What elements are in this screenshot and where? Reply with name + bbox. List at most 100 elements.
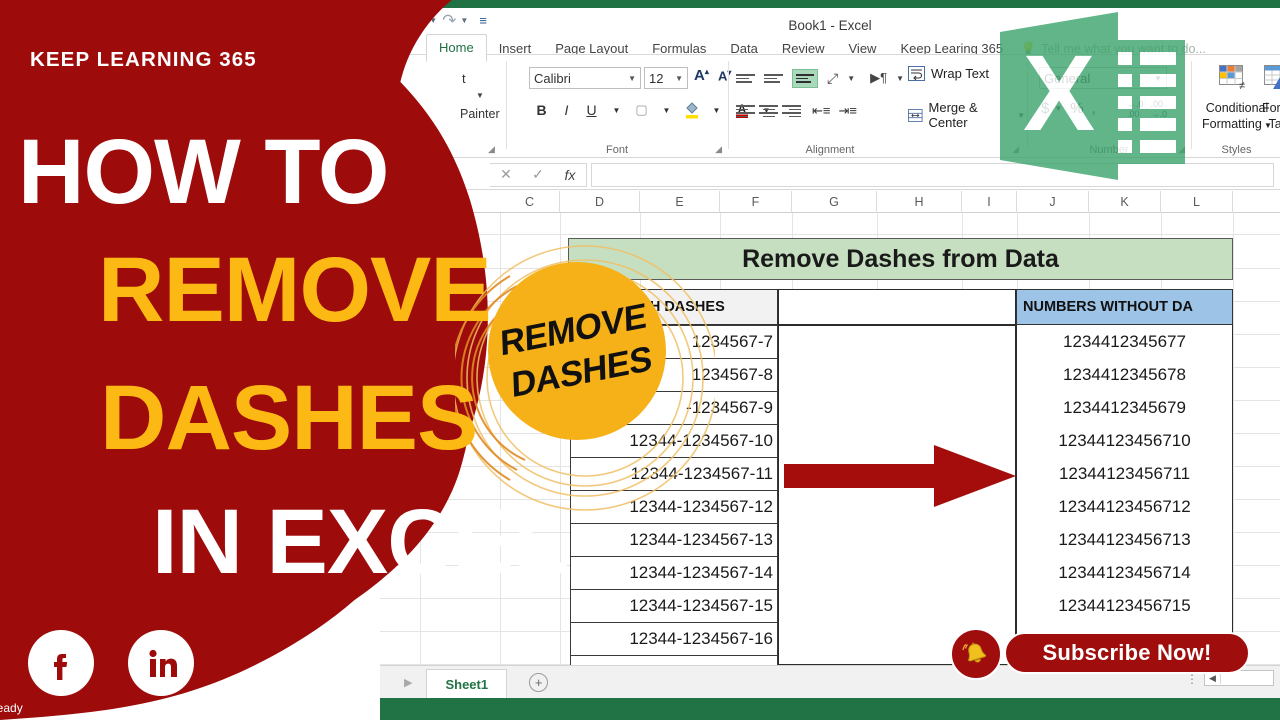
increase-indent-icon[interactable]: ⇥≡ — [838, 103, 856, 119]
tab-home[interactable]: Home — [426, 34, 487, 62]
group-divider — [728, 61, 729, 149]
undo-icon[interactable]: ↶ — [409, 12, 427, 29]
cell-without-dashes[interactable]: 1234412345679 — [1016, 391, 1233, 425]
font-group-label: Font — [605, 144, 628, 156]
text-direction-dropdown-icon[interactable]: ▼ — [896, 74, 904, 83]
headline-line-3: DASHES — [100, 367, 478, 469]
cell-with-dashes[interactable]: 12344-1234567-17 — [570, 655, 778, 665]
cell-without-dashes[interactable]: 12344123456710 — [1016, 424, 1233, 458]
cancel-formula-icon[interactable]: ✕ — [490, 166, 522, 183]
sheet-tab-sheet1[interactable]: Sheet1 — [426, 668, 508, 699]
paste-label[interactable]: t — [462, 71, 466, 86]
group-divider — [506, 61, 507, 149]
cell-without-dashes[interactable]: 12344123456711 — [1016, 457, 1233, 491]
redo-icon[interactable]: ↷ — [440, 12, 458, 29]
bold-button[interactable]: B — [530, 99, 553, 121]
styles-group-label: Styles — [1221, 144, 1252, 156]
align-middle-icon[interactable] — [764, 72, 783, 85]
underline-button[interactable]: U — [580, 99, 603, 121]
font-name-value: Calibri — [534, 70, 571, 86]
column-header-j[interactable]: J — [1017, 191, 1089, 213]
ribbon-group-clipboard: t ▼ Painter ◢ — [380, 55, 505, 159]
chevron-down-icon[interactable]: ▼ — [628, 74, 636, 83]
notification-bell-icon[interactable] — [950, 628, 1002, 680]
enter-formula-icon[interactable]: ✓ — [522, 166, 554, 183]
cell-without-dashes[interactable]: 12344123456713 — [1016, 523, 1233, 557]
clipboard-dialog-launcher[interactable]: ◢ — [488, 144, 495, 155]
fill-color-dropdown-icon[interactable]: ▼ — [705, 99, 728, 121]
status-ready-label: Ready — [0, 701, 23, 715]
cell-with-dashes[interactable]: 12344-1234567-15 — [570, 589, 778, 623]
cell-without-dashes[interactable]: 12344123456715 — [1016, 589, 1233, 623]
format-as-table-label2[interactable]: Tabl — [1269, 117, 1280, 131]
subscribe-button[interactable]: Subscribe Now! — [1004, 632, 1250, 674]
cell-without-dashes[interactable]: 12344123456712 — [1016, 490, 1233, 524]
borders-icon[interactable]: ▢ — [630, 99, 653, 121]
headline-line-1: HOW TO — [18, 121, 389, 223]
underline-dropdown-icon[interactable]: ▼ — [605, 99, 628, 121]
wrap-text-icon — [908, 66, 925, 81]
scroll-left-icon[interactable]: ◀ — [1205, 672, 1221, 684]
add-sheet-button[interactable]: + — [529, 672, 549, 692]
quick-access-toolbar[interactable]: ↶ ▼ ↷ ▼ ≡ — [390, 12, 489, 29]
merge-center-label: Merge & Center — [928, 100, 978, 130]
column-header-c[interactable]: C — [500, 191, 560, 213]
column-header-h[interactable]: H — [877, 191, 962, 213]
facebook-icon[interactable] — [28, 630, 94, 696]
formula-bar-buttons[interactable]: ✕ ✓ fx — [490, 162, 587, 187]
wrap-text-button[interactable]: Wrap Text — [908, 66, 989, 81]
save-icon[interactable] — [390, 12, 406, 29]
grow-font-icon[interactable]: A▴ — [694, 67, 709, 84]
text-direction-icon[interactable]: ▶¶ — [870, 70, 887, 86]
column-header-k[interactable]: K — [1089, 191, 1161, 213]
svg-text:X: X — [1023, 32, 1095, 153]
transform-arrow-icon — [784, 445, 1016, 507]
format-as-table-icon[interactable] — [1264, 65, 1280, 96]
align-bottom-icon[interactable] — [792, 69, 818, 88]
align-top-icon[interactable] — [736, 72, 755, 85]
orientation-icon[interactable]: ⤢ — [827, 70, 838, 87]
italic-button[interactable]: I — [555, 99, 578, 121]
cell-with-dashes[interactable]: 12344-1234567-16 — [570, 622, 778, 656]
conditional-formatting-label2[interactable]: Formatting — [1202, 117, 1262, 131]
borders-dropdown-icon[interactable]: ▼ — [655, 99, 678, 121]
format-painter-label[interactable]: Painter — [460, 107, 500, 121]
cell-without-dashes[interactable]: 1234412345677 — [1016, 325, 1233, 359]
align-right-icon[interactable] — [782, 103, 801, 119]
conditional-formatting-icon[interactable]: ≠ — [1219, 65, 1249, 96]
orientation-dropdown-icon[interactable]: ▼ — [847, 74, 855, 83]
format-as-table-label[interactable]: Forma — [1262, 101, 1280, 115]
middle-spacer-cell — [778, 289, 1016, 325]
cell-without-dashes[interactable]: 12344123456714 — [1016, 556, 1233, 590]
customize-qat-icon[interactable]: ≡ — [477, 12, 489, 29]
column-header-g[interactable]: G — [792, 191, 877, 213]
fill-color-icon[interactable] — [680, 99, 703, 121]
redo-dropdown-icon[interactable]: ▼ — [460, 16, 468, 25]
ribbon-group-font: Calibri ▼ 12 ▼ A▴ A▾ B I U ▼ ▢ ▼ ▼ Font … — [508, 55, 770, 159]
paste-dropdown-icon[interactable]: ▼ — [476, 91, 484, 100]
undo-dropdown-icon[interactable]: ▼ — [429, 16, 437, 25]
status-bar — [380, 698, 1280, 720]
insert-function-icon[interactable]: fx — [554, 167, 586, 183]
column-header-f[interactable]: F — [720, 191, 792, 213]
thumbnail-canvas: Book1 - Excel ↶ ▼ ↷ ▼ ≡ Home Insert Page L… — [0, 0, 1280, 720]
font-name-combo[interactable]: Calibri ▼ — [529, 67, 641, 89]
align-center-icon[interactable] — [759, 103, 778, 119]
column-header-d[interactable]: D — [560, 191, 640, 213]
sheet-nav-right-icon[interactable]: ▶ — [404, 676, 412, 689]
chevron-down-icon[interactable]: ▼ — [675, 74, 683, 83]
decrease-indent-icon[interactable]: ⇤≡ — [812, 103, 830, 119]
font-size-combo[interactable]: 12 ▼ — [644, 67, 688, 89]
ribbon-group-alignment: ⤢ ▼ ▶¶ ▼ Wrap Text ⇤≡ ⇥≡ Merge & Center … — [730, 55, 1025, 159]
align-left-icon[interactable] — [736, 103, 755, 119]
status-options-icon[interactable]: ⋮ — [1186, 672, 1198, 686]
cell-with-dashes[interactable]: 12344-1234567-13 — [570, 523, 778, 557]
linkedin-icon[interactable] — [128, 630, 194, 696]
cell-without-dashes[interactable]: 1234412345678 — [1016, 358, 1233, 392]
cell-with-dashes[interactable]: 12344-1234567-14 — [570, 556, 778, 590]
column-header-l[interactable]: L — [1161, 191, 1233, 213]
font-dialog-launcher[interactable]: ◢ — [715, 144, 722, 155]
group-divider — [1191, 61, 1192, 149]
column-header-e[interactable]: E — [640, 191, 720, 213]
column-header-i[interactable]: I — [962, 191, 1017, 213]
